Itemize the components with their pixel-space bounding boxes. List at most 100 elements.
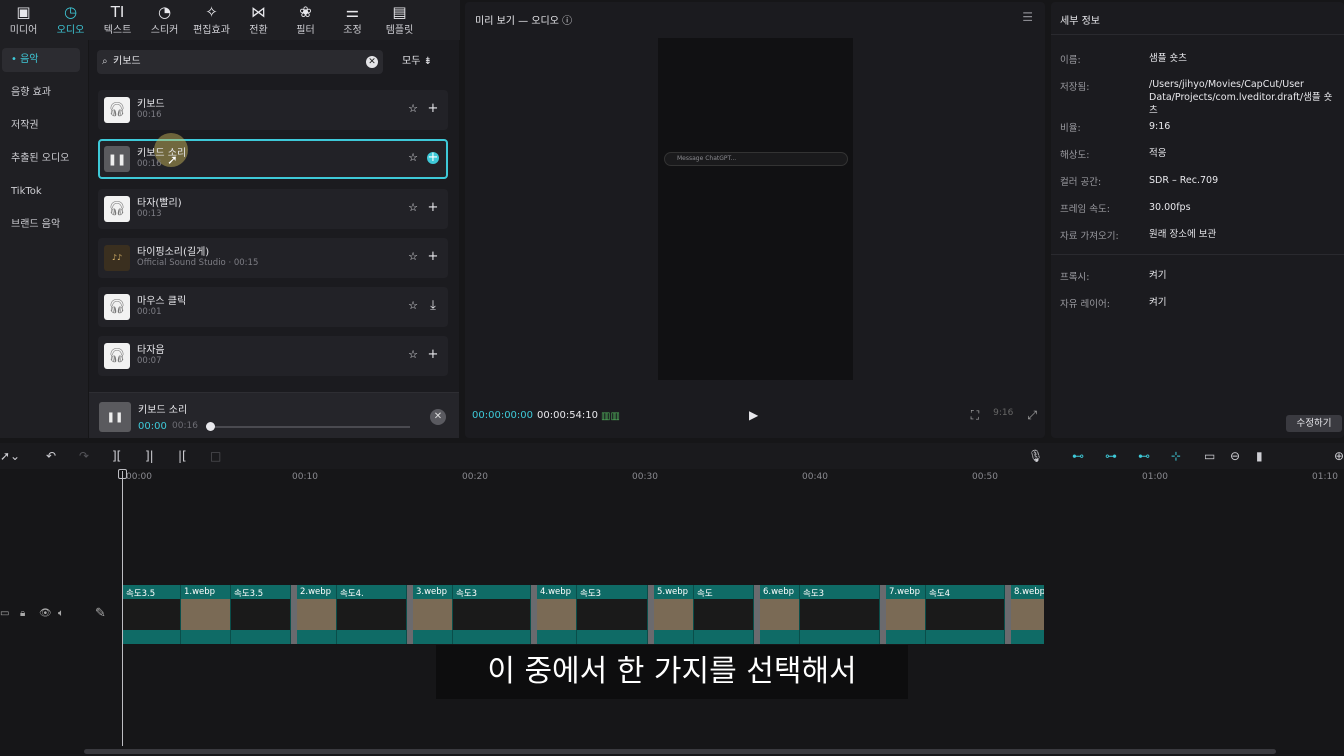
delete-right-icon[interactable]: |[: [178, 449, 187, 463]
edit-button[interactable]: 수정하기: [1286, 415, 1342, 432]
sidebar-item-brand-music[interactable]: 브랜드 음악: [2, 213, 80, 237]
clip[interactable]: 1.webp: [181, 585, 231, 644]
clip[interactable]: 6.webp: [760, 585, 800, 644]
list-item[interactable]: 🎧︎ 타자음 00:07 ☆ +: [98, 336, 448, 377]
microphone-icon[interactable]: 🎙︎: [1028, 449, 1043, 463]
tab-adjust[interactable]: ⚌ 조정: [329, 0, 376, 40]
zoom-in-icon[interactable]: ⊕: [1334, 449, 1344, 463]
volume-icon[interactable]: 🔈︎: [58, 608, 64, 619]
tab-media[interactable]: ▣ 미디어: [0, 0, 47, 40]
favorite-star-icon[interactable]: ☆: [408, 250, 418, 263]
select-tool-icon[interactable]: ➚⌄: [0, 449, 20, 463]
lock-icon[interactable]: 🔒︎: [20, 608, 25, 619]
tab-sticker[interactable]: ◔ 스티커: [141, 0, 188, 40]
link-icon[interactable]: ⊷: [1138, 449, 1150, 463]
edit-pencil-icon[interactable]: ✎: [95, 606, 106, 621]
details-header: 세부 정보: [1060, 16, 1100, 27]
list-item[interactable]: 🎧︎ 마우스 클릭 00:01 ☆ ⤓: [98, 287, 448, 328]
audio-mini-player: ❚❚ 키보드 소리 00:00 00:16 ✕: [89, 392, 459, 438]
tab-effects[interactable]: ✧ 편집효과: [188, 0, 235, 40]
sidebar-item-copyright[interactable]: 저작권: [2, 114, 80, 138]
tab-transition[interactable]: ⋈ 전환: [235, 0, 282, 40]
proxy-value: 켜기: [1149, 270, 1167, 281]
playback-progress-knob[interactable]: [206, 422, 215, 431]
favorite-star-icon[interactable]: ☆: [408, 348, 418, 361]
audio-meter-icon: ▥▥: [601, 411, 620, 422]
zoom-slider[interactable]: ▮: [1256, 449, 1263, 463]
search-input[interactable]: ⌕ 키보드 ✕: [97, 50, 383, 74]
list-item[interactable]: 🎧︎ 키보드 00:16 ☆ +: [98, 90, 448, 130]
favorite-star-icon[interactable]: ☆: [408, 201, 418, 214]
undo-icon[interactable]: ↶: [46, 449, 56, 463]
add-icon[interactable]: +: [427, 151, 439, 165]
fullscreen-icon[interactable]: ⤢: [1027, 408, 1037, 423]
delete-left-icon[interactable]: ]|: [145, 449, 154, 463]
playhead[interactable]: [122, 471, 123, 746]
clip[interactable]: 속도3: [800, 585, 880, 644]
menu-icon[interactable]: ☰: [1022, 10, 1033, 24]
favorite-star-icon[interactable]: ☆: [408, 102, 418, 115]
favorite-star-icon[interactable]: ☆: [408, 299, 418, 312]
crop-icon[interactable]: □: [210, 449, 221, 463]
add-icon[interactable]: +: [427, 348, 439, 361]
clip[interactable]: 2.webp: [297, 585, 337, 644]
tab-filter[interactable]: ❀ 필터: [282, 0, 329, 40]
preview-canvas[interactable]: Message ChatGPT...: [658, 38, 853, 380]
tab-text[interactable]: TI 텍스트: [94, 0, 141, 40]
clear-search-icon[interactable]: ✕: [366, 56, 378, 68]
list-item[interactable]: ♪♪ 타이핑소리(길게) Official Sound Studio · 00:…: [98, 237, 448, 278]
playhead-handle[interactable]: [118, 469, 127, 479]
sidebar-item-extracted-audio[interactable]: 추출된 오디오: [2, 147, 80, 171]
add-icon[interactable]: +: [427, 201, 439, 214]
clip[interactable]: 8.webp: [1011, 585, 1044, 644]
zoom-out-icon[interactable]: ⊖: [1230, 449, 1240, 463]
auto-snap-icon[interactable]: ⊶: [1105, 449, 1117, 463]
close-player-icon[interactable]: ✕: [430, 409, 446, 425]
pause-icon[interactable]: ❚❚: [99, 402, 131, 432]
clip[interactable]: 속도3.5: [231, 585, 291, 644]
timeline-scrollbar[interactable]: [84, 749, 1276, 754]
clip[interactable]: 5.webp: [654, 585, 694, 644]
clip[interactable]: 속도4: [926, 585, 1005, 644]
preview-axis-icon[interactable]: ⊹: [1171, 449, 1181, 463]
video-caption-overlay: 이 중에서 한 가지를 선택해서: [436, 645, 908, 699]
add-icon[interactable]: +: [427, 250, 439, 263]
clip[interactable]: 속도3: [453, 585, 531, 644]
sidebar-item-music[interactable]: • 음악: [2, 48, 80, 72]
clip[interactable]: 3.webp: [413, 585, 453, 644]
sidebar-item-sound-effects[interactable]: 음향 효과: [2, 81, 80, 105]
snapshot-icon[interactable]: ⛶: [971, 408, 979, 423]
eye-icon[interactable]: 👁︎: [39, 608, 52, 619]
main-track-magnet-icon[interactable]: ⊷: [1072, 449, 1084, 463]
clip[interactable]: 속도: [694, 585, 754, 644]
play-button[interactable]: ▶: [749, 408, 758, 422]
clip[interactable]: 4.webp: [537, 585, 577, 644]
favorite-star-icon[interactable]: ☆: [408, 151, 418, 164]
redo-icon[interactable]: ↷: [79, 449, 89, 463]
clip[interactable]: 속도3.5: [123, 585, 181, 644]
clip[interactable]: 속도4.: [337, 585, 407, 644]
aspect-ratio-button[interactable]: 9:16: [993, 408, 1013, 423]
clip[interactable]: 7.webp: [886, 585, 926, 644]
clip[interactable]: 속도3: [577, 585, 648, 644]
track-cover-icon[interactable]: ▭: [0, 608, 9, 619]
playback-progress-track[interactable]: [206, 426, 410, 428]
aspect-ratio-value: 9:16: [1149, 121, 1171, 132]
pause-icon[interactable]: ❚❚: [104, 146, 130, 173]
tab-template[interactable]: ▤ 템플릿: [376, 0, 423, 40]
timeline-ruler[interactable]: 00:00 00:10 00:20 00:30 00:40 00:50 01:0…: [0, 469, 1344, 485]
save-path: /Users/jihyo/Movies/CapCut/User Data/Pro…: [1149, 79, 1333, 116]
filter-dropdown[interactable]: 모두 ⇟: [402, 52, 432, 67]
transition-icon: ⋈: [251, 3, 266, 21]
details-panel: 세부 정보 이름: 샘플 숏츠 저장됨: /Users/jihyo/Movies…: [1051, 2, 1344, 438]
info-icon[interactable]: ⓘ: [562, 16, 572, 27]
resolution-value: 적응: [1149, 148, 1167, 159]
list-item[interactable]: 🎧︎ 타자(빨리) 00:13 ☆ +: [98, 188, 448, 229]
split-icon[interactable]: ][: [112, 449, 121, 463]
add-icon[interactable]: +: [427, 102, 439, 115]
sidebar-item-tiktok[interactable]: TikTok: [2, 180, 80, 204]
tab-audio[interactable]: ◷ 오디오: [47, 0, 94, 40]
list-item-selected[interactable]: ❚❚ 키보드 소리 00:16 ➚ ☆ +: [98, 133, 448, 180]
download-icon[interactable]: ⤓: [427, 299, 439, 312]
zoom-fit-icon[interactable]: ▭: [1204, 449, 1215, 463]
